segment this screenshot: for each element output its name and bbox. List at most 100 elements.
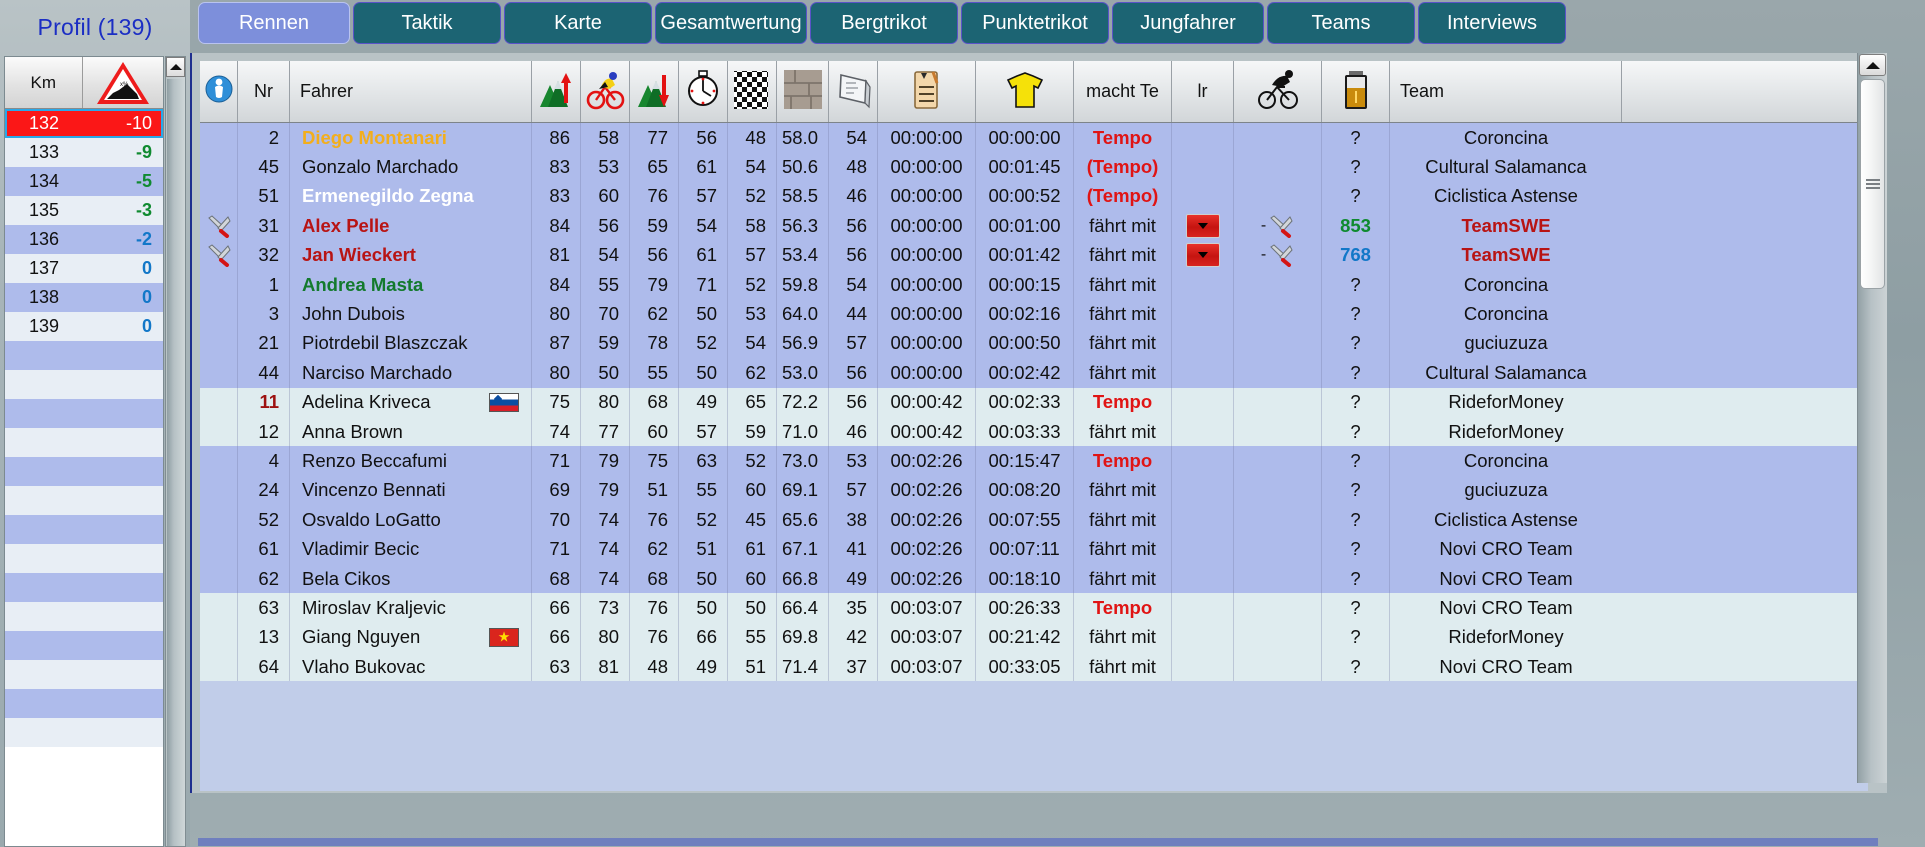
column-header-berg_dn[interactable] <box>630 61 679 122</box>
stat-sprint: 52 <box>728 270 777 299</box>
tab-gesamtwertung[interactable]: Gesamtwertung <box>655 2 807 44</box>
gradient-warning-icon[interactable]: x% <box>83 57 163 108</box>
table-row[interactable]: 12Anna Brown747760575971.04600:00:4200:0… <box>200 417 1868 446</box>
column-header-lr[interactable]: lr <box>1172 61 1234 122</box>
table-row[interactable]: 2Diego Montanari865877564858.05400:00:00… <box>200 123 1868 152</box>
tool-cell <box>200 446 238 475</box>
profile-row[interactable]: 133-9 <box>5 138 163 167</box>
bike-change-cell[interactable]: - <box>1234 241 1322 270</box>
profile-table-container: Km x% 132-10133-9134-5135-3136-213701380… <box>4 56 187 847</box>
profile-col-km[interactable]: Km <box>5 57 83 108</box>
table-row[interactable]: 13Giang Nguyen668076665569.84200:03:0700… <box>200 623 1868 652</box>
stat-mountain-up-text: 74 <box>549 421 570 443</box>
column-header-zeit[interactable] <box>679 61 728 122</box>
tempo-dropdown-button[interactable] <box>1186 214 1220 238</box>
table-scroll-up-button[interactable] <box>1859 54 1886 76</box>
profile-scroll-track[interactable] <box>167 79 184 846</box>
tool-cell <box>200 564 238 593</box>
table-row[interactable]: 44Narciso Marchado805055506253.05600:00:… <box>200 358 1868 387</box>
tab-bergtrikot[interactable]: Bergtrikot <box>810 2 958 44</box>
bike-change-cell <box>1234 534 1322 563</box>
profile-row[interactable]: 135-3 <box>5 196 163 225</box>
profile-row-empty <box>5 718 163 747</box>
bike-change-control[interactable]: - <box>1261 243 1294 267</box>
table-row[interactable]: 62Bela Cikos687468506066.84900:02:2600:1… <box>200 564 1868 593</box>
race-table-body[interactable]: 2Diego Montanari865877564858.05400:00:00… <box>200 123 1868 681</box>
table-row[interactable]: 61Vladimir Becic717462516167.14100:02:26… <box>200 534 1868 563</box>
tab-teams[interactable]: Teams <box>1267 2 1415 44</box>
tab-karte[interactable]: Karte <box>504 2 652 44</box>
profile-row-list[interactable]: 132-10133-9134-5135-3136-2137013801390 <box>5 109 163 747</box>
race-table-scrollbar[interactable] <box>1857 53 1887 783</box>
cyclist-silhouette-icon <box>1258 67 1298 116</box>
wrench-icon[interactable] <box>200 211 238 240</box>
tempo-dropdown-button[interactable] <box>1186 243 1220 267</box>
profile-row[interactable]: 136-2 <box>5 225 163 254</box>
rider-number: 62 <box>238 564 290 593</box>
table-row[interactable]: 45Gonzalo Marchado835365615450.64800:00:… <box>200 152 1868 181</box>
profile-row[interactable]: 1370 <box>5 254 163 283</box>
profile-row[interactable]: 1390 <box>5 312 163 341</box>
column-header-gelb[interactable] <box>976 61 1074 122</box>
stat-downhill-text: 35 <box>846 597 867 619</box>
time-leader-gap: 00:21:42 <box>976 623 1074 652</box>
profile-scroll-up-button[interactable] <box>166 57 185 77</box>
column-header-sprint[interactable] <box>728 61 777 122</box>
tempo-dropdown-cell[interactable] <box>1172 241 1234 270</box>
stat-cobbles: 53.4 <box>777 241 829 270</box>
column-header-tool[interactable] <box>200 61 238 122</box>
profile-row[interactable]: 1380 <box>5 283 163 312</box>
table-row[interactable]: 21Piotrdebil Blaszczak875978525456.95700… <box>200 329 1868 358</box>
table-row[interactable]: 51Ermenegildo Zegna836076575258.54600:00… <box>200 182 1868 211</box>
race-table-header[interactable]: NrFahrer macht Telr Team <box>200 61 1868 123</box>
column-header-akku[interactable] <box>1322 61 1390 122</box>
bike-change-cell[interactable]: - <box>1234 211 1322 240</box>
column-header-berg_up[interactable] <box>532 61 581 122</box>
column-header-flach[interactable] <box>581 61 630 122</box>
table-row[interactable]: 64Vlaho Bukovac638148495171.43700:03:070… <box>200 652 1868 681</box>
stat-sprint: 62 <box>728 358 777 387</box>
tab-punktetrikot[interactable]: Punktetrikot <box>961 2 1109 44</box>
column-header-nr[interactable]: Nr <box>238 61 290 122</box>
table-row[interactable]: 11Adelina Kriveca758068496572.25600:00:4… <box>200 388 1868 417</box>
stat-downhill: 54 <box>829 270 878 299</box>
time-leader-gap-text: 00:33:05 <box>988 656 1060 678</box>
table-row[interactable]: 1Andrea Masta845579715259.85400:00:0000:… <box>200 270 1868 299</box>
stat-flat-text: 79 <box>598 450 619 472</box>
column-header-macht[interactable]: macht Te <box>1074 61 1172 122</box>
table-row[interactable]: 4Renzo Beccafumi717975635273.05300:02:26… <box>200 446 1868 475</box>
tab-interviews[interactable]: Interviews <box>1418 2 1566 44</box>
rider-name: Bela Cikos <box>290 564 532 593</box>
table-scroll-thumb[interactable] <box>1860 79 1885 289</box>
table-row[interactable]: 24Vincenzo Bennati697951556069.15700:02:… <box>200 476 1868 505</box>
profile-row[interactable]: 134-5 <box>5 167 163 196</box>
table-row[interactable]: 32Jan Wieckert815456615753.45600:00:0000… <box>200 241 1868 270</box>
stat-mountain-down-text: 76 <box>647 185 668 207</box>
time-leader-gap-text: 00:21:42 <box>988 626 1060 648</box>
tab-taktik[interactable]: Taktik <box>353 2 501 44</box>
table-row[interactable]: 63Miroslav Kraljevic667376505066.43500:0… <box>200 593 1868 622</box>
wrench-icon[interactable] <box>200 241 238 270</box>
tab-rennen[interactable]: Rennen <box>198 2 350 44</box>
team-name: RideforMoney <box>1390 623 1622 652</box>
profile-scrollbar[interactable] <box>165 56 186 847</box>
column-header-fahrer[interactable]: Fahrer <box>290 61 532 122</box>
main-tab-bar[interactable]: RennenTaktikKarteGesamtwertungBergtrikot… <box>190 0 1925 48</box>
table-row[interactable]: 52Osvaldo LoGatto707476524565.63800:02:2… <box>200 505 1868 534</box>
bike-change-control[interactable]: - <box>1261 214 1294 238</box>
table-row[interactable]: 3John Dubois807062505364.04400:00:0000:0… <box>200 299 1868 328</box>
stat-mountain-down-text: 76 <box>647 509 668 531</box>
profile-row[interactable]: 132-10 <box>5 109 163 138</box>
column-header-kopf[interactable] <box>777 61 829 122</box>
column-header-abfahrt[interactable] <box>829 61 878 122</box>
column-header-notiz[interactable] <box>878 61 976 122</box>
team-name-text: Ciclistica Astense <box>1434 185 1578 207</box>
time-note: 00:03:07 <box>878 652 976 681</box>
tempo-dropdown-cell[interactable] <box>1172 211 1234 240</box>
table-row[interactable]: 31Alex Pelle845659545856.35600:00:0000:0… <box>200 211 1868 240</box>
tab-jungfahrer[interactable]: Jungfahrer <box>1112 2 1264 44</box>
stat-cobbles: 56.3 <box>777 211 829 240</box>
column-header-biker[interactable] <box>1234 61 1322 122</box>
column-header-team[interactable]: Team <box>1390 61 1622 122</box>
bike-change-cell <box>1234 593 1322 622</box>
